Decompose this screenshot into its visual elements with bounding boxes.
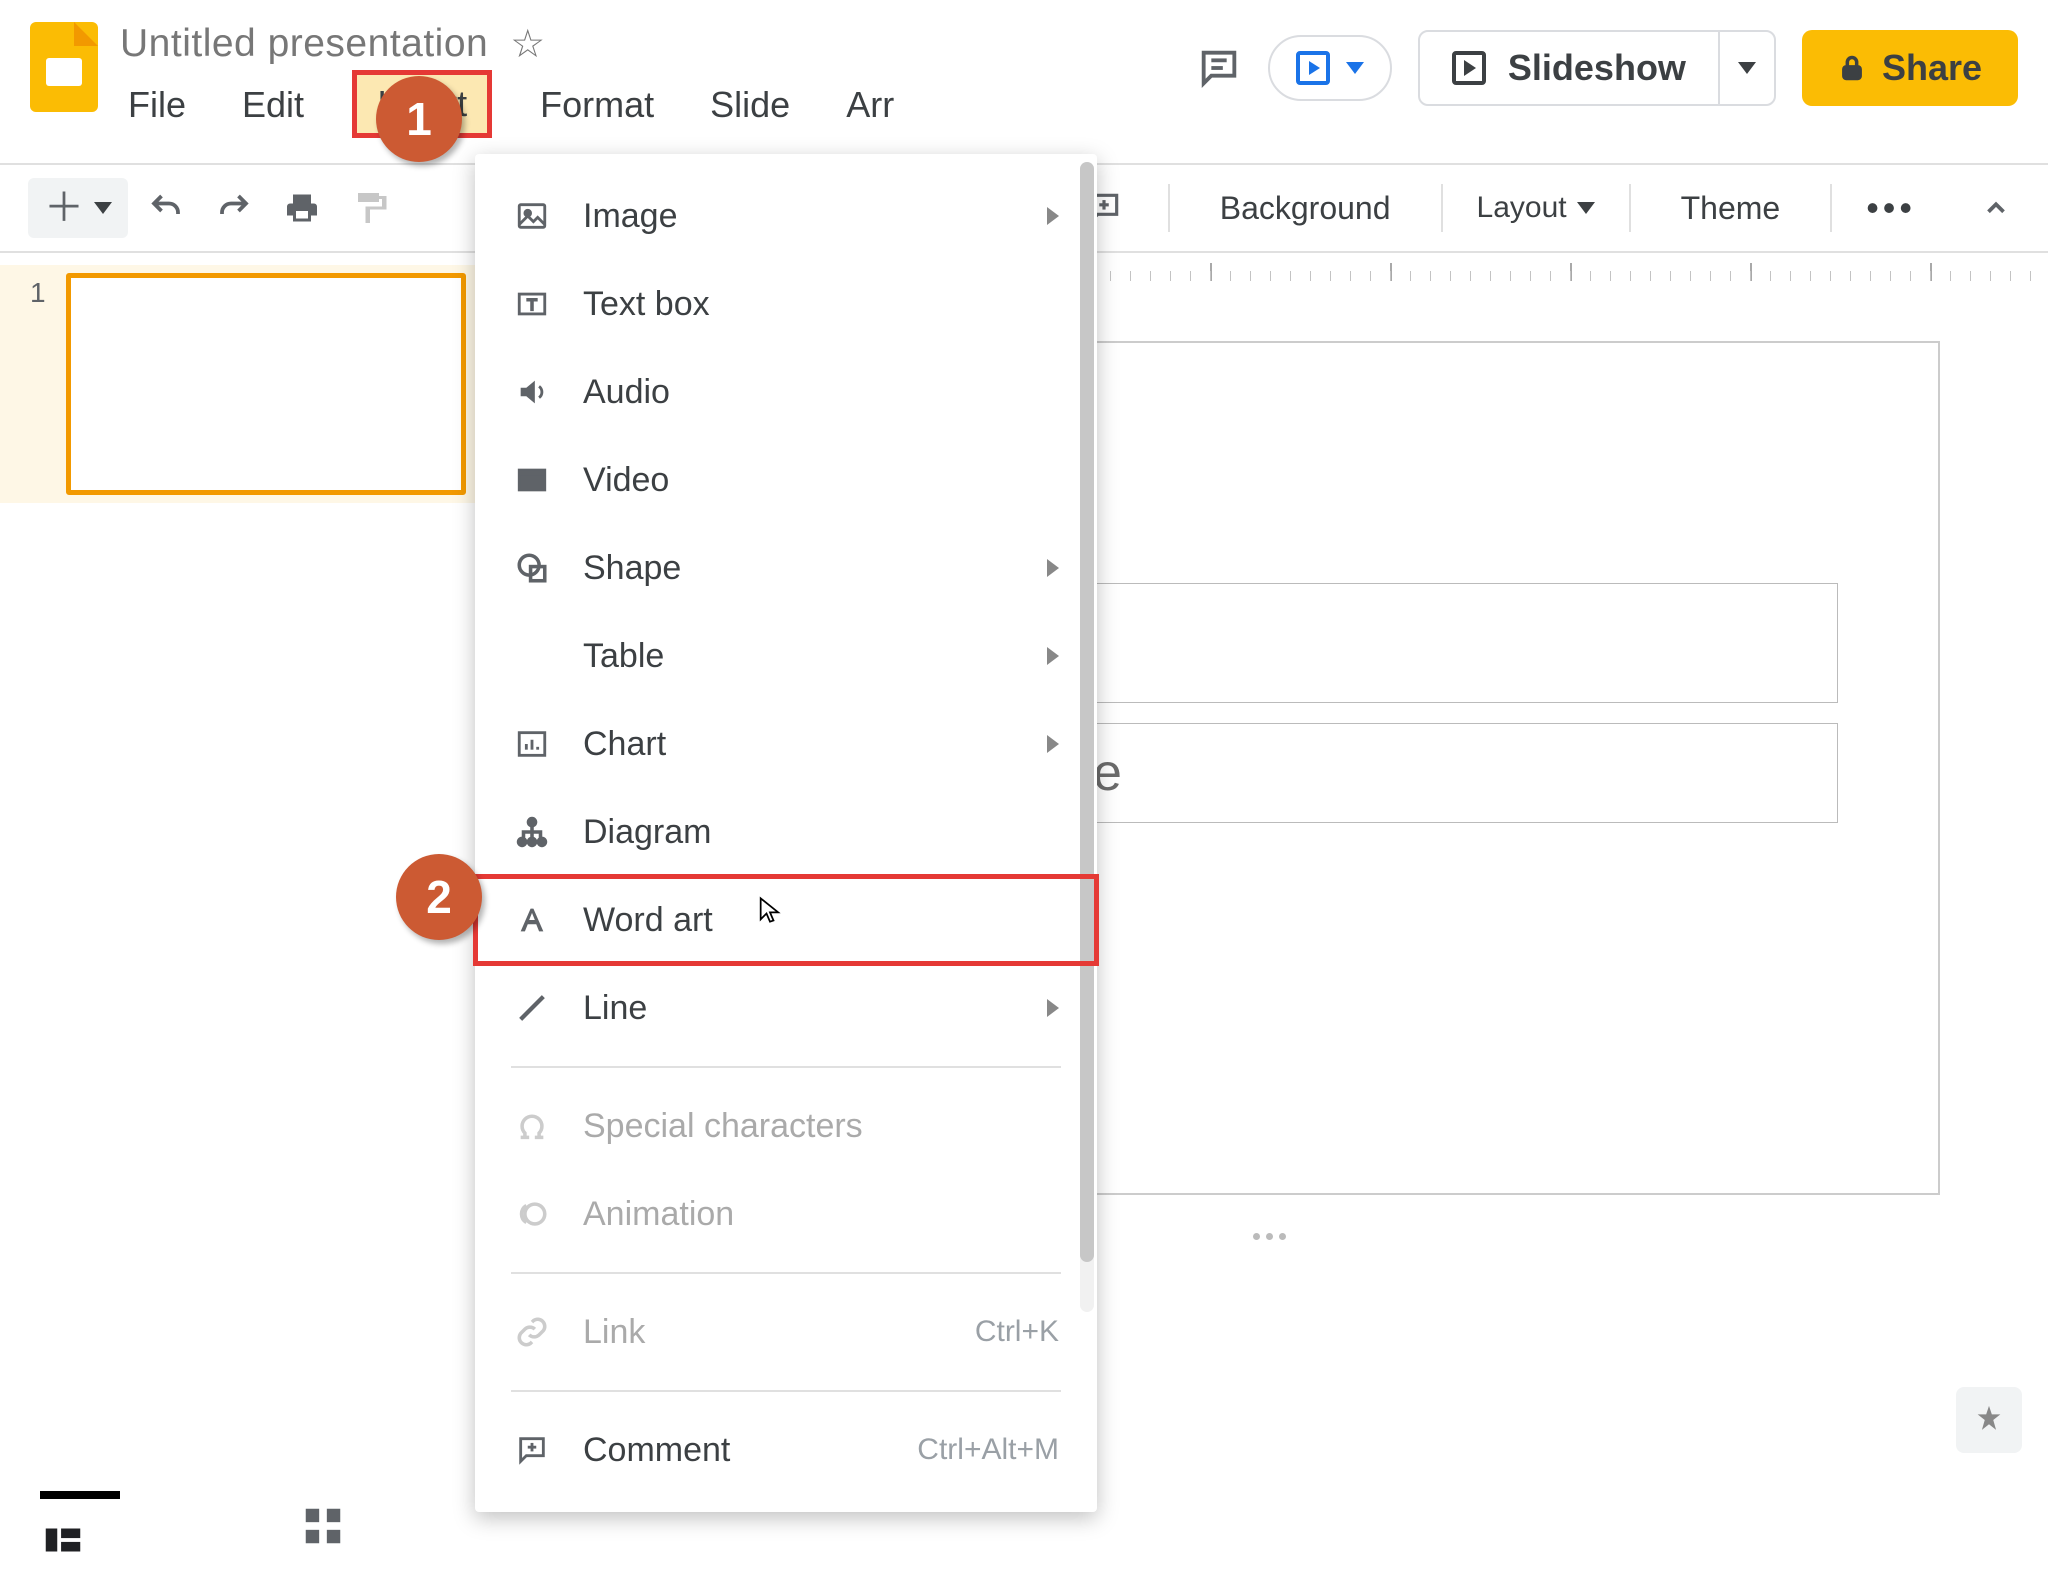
submenu-arrow-icon bbox=[1047, 559, 1059, 577]
print-button[interactable] bbox=[278, 184, 326, 232]
menu-chart[interactable]: Chart bbox=[475, 700, 1097, 788]
chevron-down-icon bbox=[94, 202, 112, 214]
share-button[interactable]: Share bbox=[1802, 30, 2018, 106]
toolbar-divider bbox=[1830, 184, 1832, 232]
menu-slide[interactable]: Slide bbox=[702, 80, 798, 138]
menu-divider bbox=[511, 1272, 1061, 1274]
plus-icon: ＋ bbox=[44, 188, 84, 228]
speaker-notes-handle[interactable] bbox=[1239, 1233, 1299, 1247]
menu-line[interactable]: Line bbox=[475, 964, 1097, 1052]
line-icon bbox=[513, 989, 551, 1027]
new-slide-button[interactable]: ＋ bbox=[28, 178, 128, 238]
more-button[interactable]: ••• bbox=[1866, 187, 1916, 229]
callout-badge-1: 1 bbox=[376, 76, 462, 162]
menu-format[interactable]: Format bbox=[532, 80, 662, 138]
wordart-icon bbox=[513, 901, 551, 939]
title-block: Untitled presentation ☆ File Edit Insert… bbox=[120, 22, 902, 138]
submenu-arrow-icon bbox=[1047, 735, 1059, 753]
layout-dropdown[interactable]: Layout bbox=[1477, 191, 1595, 225]
paint-format-button[interactable] bbox=[346, 184, 394, 232]
document-title[interactable]: Untitled presentation bbox=[120, 22, 488, 66]
share-label: Share bbox=[1882, 47, 1982, 89]
redo-button[interactable] bbox=[210, 184, 258, 232]
background-button[interactable]: Background bbox=[1204, 184, 1407, 233]
chevron-down-icon bbox=[1346, 62, 1364, 74]
chart-icon bbox=[513, 725, 551, 763]
chevron-down-icon bbox=[1738, 62, 1756, 74]
special-characters-icon bbox=[513, 1107, 551, 1145]
table-icon bbox=[513, 637, 551, 675]
grid-view-button[interactable] bbox=[300, 1503, 346, 1549]
link-icon bbox=[513, 1313, 551, 1351]
menu-arrange[interactable]: Arr bbox=[838, 80, 902, 138]
submenu-arrow-icon bbox=[1047, 999, 1059, 1017]
header: Untitled presentation ☆ File Edit Insert… bbox=[0, 0, 2048, 165]
toolbar-divider bbox=[1441, 184, 1443, 232]
slide-number: 1 bbox=[30, 273, 46, 495]
undo-button[interactable] bbox=[142, 184, 190, 232]
menu-divider bbox=[511, 1390, 1061, 1392]
menu-shape[interactable]: Shape bbox=[475, 524, 1097, 612]
menu-image[interactable]: Image bbox=[475, 172, 1097, 260]
submenu-arrow-icon bbox=[1047, 647, 1059, 665]
star-icon[interactable]: ☆ bbox=[510, 25, 545, 64]
slideshow-dropdown[interactable] bbox=[1718, 32, 1774, 104]
slideshow-label: Slideshow bbox=[1508, 47, 1686, 89]
slideshow-button[interactable]: Slideshow bbox=[1420, 47, 1718, 89]
explore-button[interactable] bbox=[1956, 1387, 2022, 1453]
toolbar-divider bbox=[1168, 184, 1170, 232]
slide-thumbnail[interactable] bbox=[66, 273, 466, 495]
menu-animation: Animation bbox=[475, 1170, 1097, 1258]
diagram-icon bbox=[513, 813, 551, 851]
callout-badge-2: 2 bbox=[396, 854, 482, 940]
menu-divider bbox=[511, 1066, 1061, 1068]
submenu-arrow-icon bbox=[1047, 207, 1059, 225]
textbox-icon bbox=[513, 285, 551, 323]
menu-special-characters: Special characters bbox=[475, 1082, 1097, 1170]
filmstrip-slide[interactable]: 1 bbox=[0, 265, 488, 503]
play-icon bbox=[1452, 51, 1486, 85]
menu-bar: File Edit Insert Format Slide Arr bbox=[120, 80, 902, 138]
animation-icon bbox=[513, 1195, 551, 1233]
insert-menu: Image Text box Audio Video Shape Table C… bbox=[475, 154, 1097, 1512]
collapse-toolbar-button[interactable] bbox=[1972, 184, 2020, 232]
comment-icon bbox=[513, 1431, 551, 1469]
menu-table[interactable]: Table bbox=[475, 612, 1097, 700]
menu-file[interactable]: File bbox=[120, 80, 194, 138]
menu-audio[interactable]: Audio bbox=[475, 348, 1097, 436]
filmstrip-view-button[interactable] bbox=[40, 1489, 120, 1563]
lock-icon bbox=[1838, 54, 1866, 82]
video-icon bbox=[513, 461, 551, 499]
menu-diagram[interactable]: Diagram bbox=[475, 788, 1097, 876]
theme-button[interactable]: Theme bbox=[1665, 184, 1797, 233]
chevron-down-icon bbox=[1577, 202, 1595, 214]
app-icon[interactable] bbox=[30, 22, 98, 112]
header-right: Slideshow Share bbox=[1196, 22, 2018, 106]
menu-word-art[interactable]: Word art bbox=[475, 876, 1097, 964]
cursor-icon bbox=[756, 896, 784, 924]
link-shortcut: Ctrl+K bbox=[975, 1315, 1059, 1349]
toolbar-divider bbox=[1629, 184, 1631, 232]
shape-icon bbox=[513, 549, 551, 587]
image-icon bbox=[513, 197, 551, 235]
menu-link: Link Ctrl+K bbox=[475, 1288, 1097, 1376]
menu-edit[interactable]: Edit bbox=[234, 80, 312, 138]
comments-icon[interactable] bbox=[1196, 45, 1242, 91]
present-icon bbox=[1296, 51, 1330, 85]
menu-video[interactable]: Video bbox=[475, 436, 1097, 524]
audio-icon bbox=[513, 373, 551, 411]
slideshow-split-button: Slideshow bbox=[1418, 30, 1776, 106]
comment-shortcut: Ctrl+Alt+M bbox=[917, 1433, 1059, 1467]
menu-text-box[interactable]: Text box bbox=[475, 260, 1097, 348]
menu-comment[interactable]: Comment Ctrl+Alt+M bbox=[475, 1406, 1097, 1494]
layout-label: Layout bbox=[1477, 191, 1567, 225]
present-dropdown[interactable] bbox=[1268, 35, 1392, 101]
